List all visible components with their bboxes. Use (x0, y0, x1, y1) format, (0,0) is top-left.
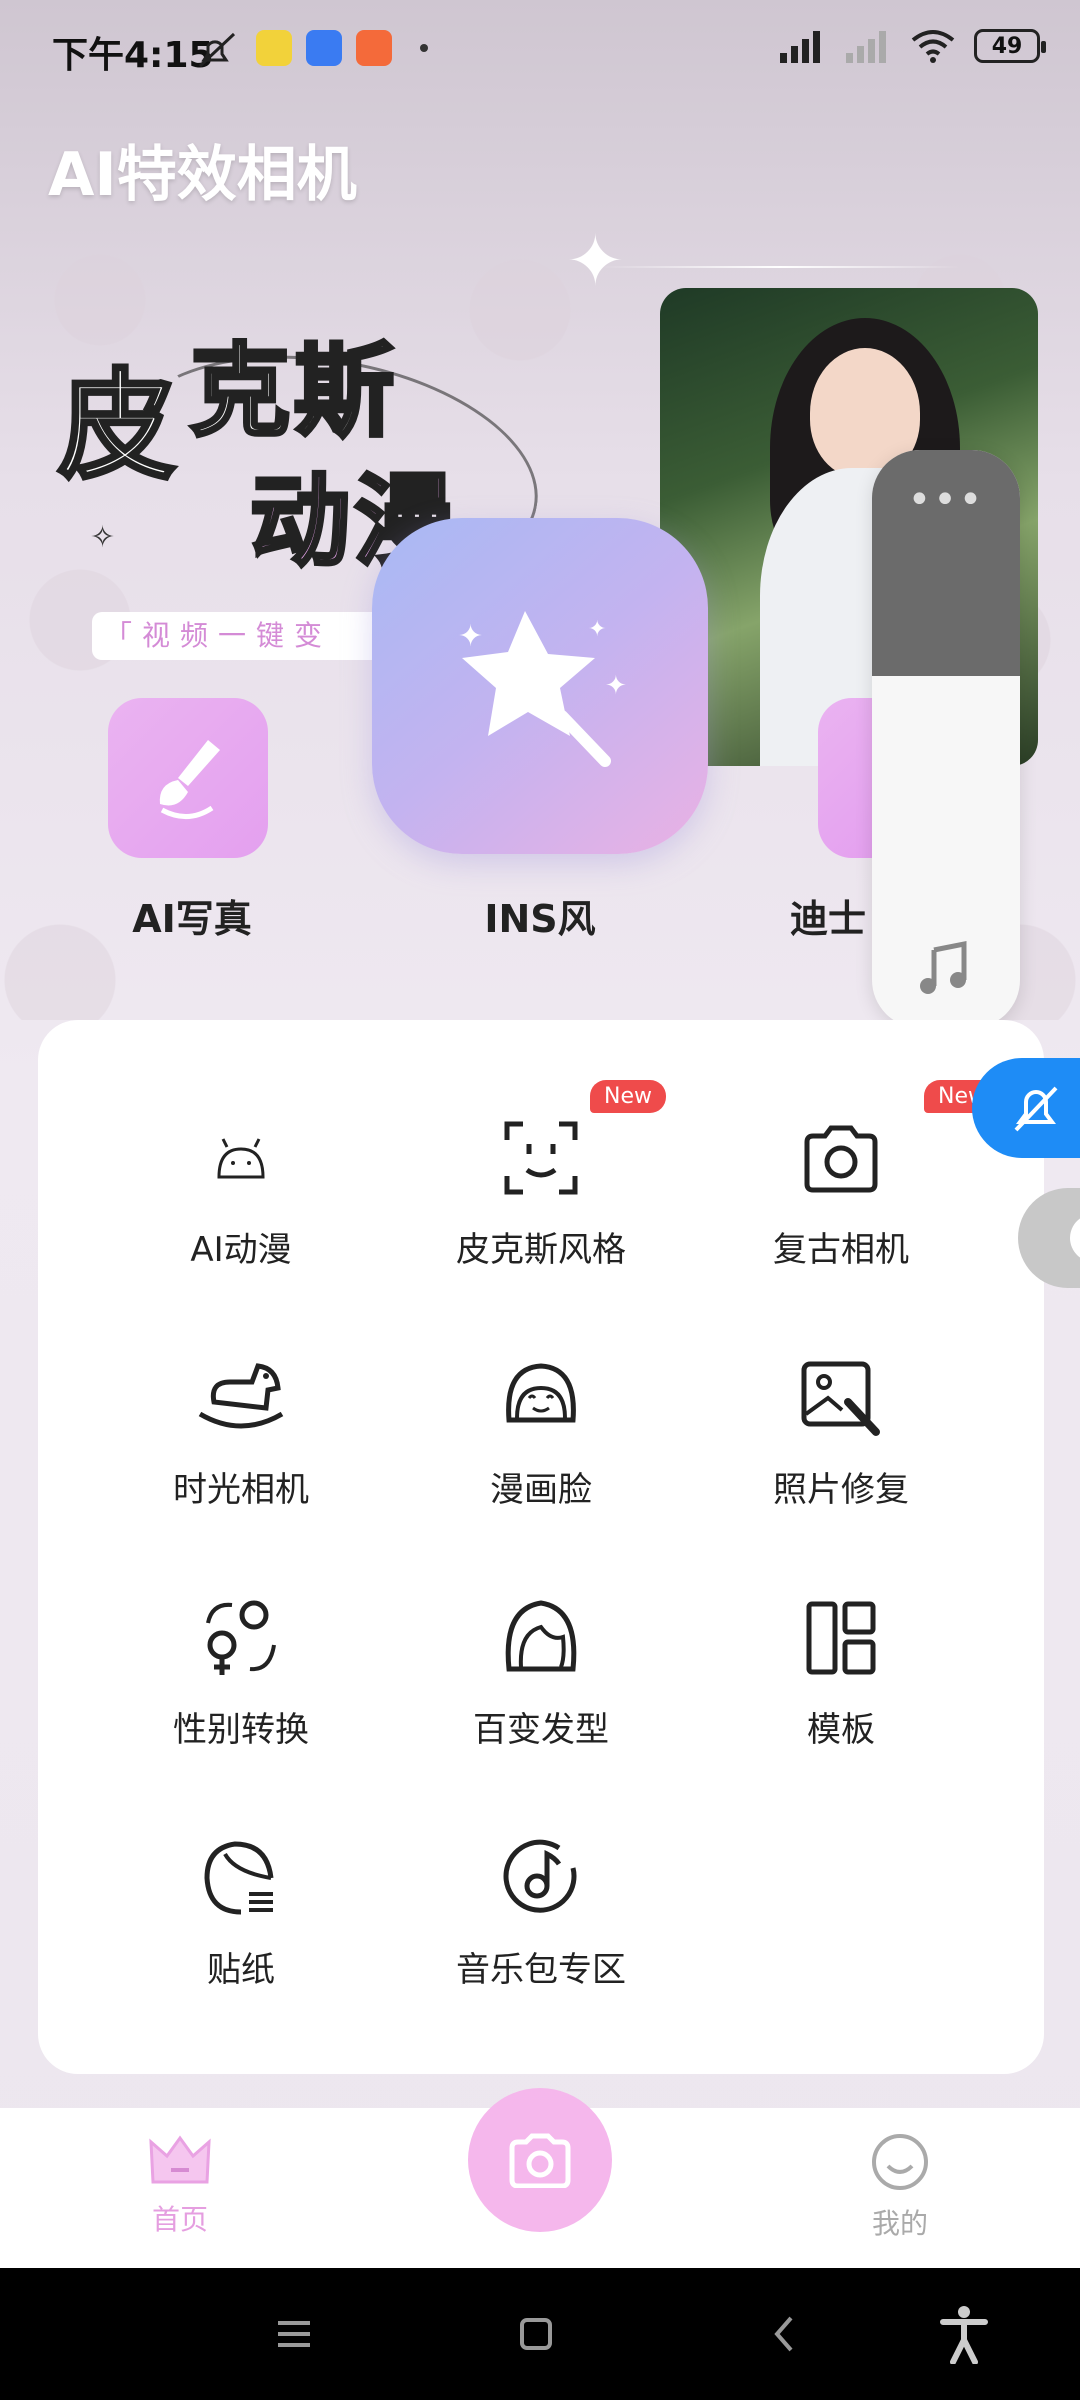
cartoon-face-icon (491, 1348, 591, 1448)
mute-status-icon (198, 32, 236, 68)
accessibility-icon[interactable] (934, 2304, 994, 2364)
music-note-icon[interactable] (916, 940, 976, 1000)
feature-label: 皮克斯风格 (456, 1230, 626, 1270)
app-notification-icon-2 (306, 30, 342, 66)
more-notifications-dot (420, 44, 428, 52)
rocking-horse-icon (191, 1348, 291, 1448)
feature-sticker[interactable]: 贴纸 (91, 1828, 391, 1991)
sticker-icon (191, 1828, 291, 1928)
feature-retro-camera[interactable]: 复古相机 (691, 1108, 991, 1271)
svg-text:✦: ✦ (588, 617, 606, 642)
signal-icon (780, 31, 820, 63)
tab-mine-label: 我的 (871, 2207, 928, 2240)
feature-label: 复古相机 (773, 1230, 909, 1270)
svg-text:✦: ✦ (458, 619, 483, 654)
features-card: AI动漫 皮克斯风格 New 复古相机 New 时光相机 漫画脸 照片修复 性别… (38, 1020, 1044, 2074)
tab-home-label: 首页 (151, 2203, 208, 2236)
feature-music-pack[interactable]: 音乐包专区 (391, 1828, 691, 1991)
quick-feature-label-3: 迪士 (790, 897, 867, 941)
feature-label: 时光相机 (173, 1470, 309, 1510)
quick-feature-label-2: INS风 (484, 897, 596, 941)
banner-light-line (600, 266, 960, 268)
system-navigation-bar (0, 2268, 1080, 2400)
more-dots-icon[interactable]: ••• (872, 480, 1020, 520)
gender-swap-icon (191, 1588, 291, 1688)
quick-feature-disney[interactable] (818, 698, 878, 858)
feature-label: 性别转换 (173, 1710, 309, 1750)
brush-icon (159, 740, 220, 819)
feature-label: 贴纸 (207, 1950, 275, 1990)
signal-2-icon (846, 31, 886, 63)
svg-text:✦: ✦ (605, 671, 627, 701)
banner-title-2: 克斯 (188, 331, 398, 452)
status-bar: 下午4:15 49 (0, 0, 1080, 100)
small-sparkle-icon: ✧ (90, 520, 116, 555)
template-icon (791, 1588, 891, 1688)
feature-label: 模板 (807, 1710, 875, 1750)
feature-label: 百变发型 (473, 1710, 609, 1750)
app-notification-icon-3 (356, 30, 392, 66)
mute-toggle-button[interactable] (972, 1058, 1080, 1158)
music-disc-icon (491, 1828, 591, 1928)
crown-icon (149, 2135, 211, 2184)
status-time: 下午4:15 (52, 35, 214, 76)
feature-template[interactable]: 模板 (691, 1588, 991, 1751)
wifi-icon (911, 30, 955, 63)
new-badge: New (590, 1080, 666, 1113)
camera-capture-button[interactable] (468, 2088, 612, 2232)
android-head-icon (191, 1108, 291, 1208)
bell-off-icon (1014, 1086, 1058, 1132)
face-scan-icon (491, 1108, 591, 1208)
app-screen: 下午4:15 49 AI特效相机 ✦ ✧ 皮 克斯 动漫 「视频一键变 AI写真… (0, 0, 1080, 2400)
feature-photo-repair[interactable]: 照片修复 (691, 1348, 991, 1511)
app-title: AI特效相机 (48, 140, 357, 210)
smile-face-icon (872, 2134, 928, 2190)
photo-repair-icon (791, 1348, 891, 1448)
status-right: 49 (778, 28, 1046, 64)
feature-label: 照片修复 (773, 1470, 909, 1510)
magic-star-icon: ✦ ✦ ✦ (458, 611, 627, 767)
feature-hairstyle[interactable]: 百变发型 (391, 1588, 691, 1751)
home-square-icon[interactable] (506, 2304, 566, 2364)
app-notification-icon-1 (256, 30, 292, 66)
quick-feature-ai-portrait[interactable] (108, 698, 268, 858)
tab-mine[interactable]: 我的 (820, 2132, 980, 2242)
feature-time-camera[interactable]: 时光相机 (91, 1348, 391, 1511)
tab-home[interactable]: 首页 (100, 2132, 260, 2238)
menu-icon[interactable] (264, 2304, 324, 2364)
battery-indicator: 49 (974, 29, 1046, 63)
magic-wand-button[interactable]: ✦ ✦ ✦ (372, 518, 708, 854)
feature-label: 音乐包专区 (456, 1950, 626, 1990)
sparkle-icon: ✦ (566, 220, 625, 302)
feature-ai-anime[interactable]: AI动漫 (91, 1108, 391, 1271)
feature-pixar-style[interactable]: 皮克斯风格 (391, 1108, 691, 1271)
feature-label: AI动漫 (190, 1230, 292, 1270)
banner-caption: 「视频一键变 (92, 612, 392, 660)
feature-cartoon-face[interactable]: 漫画脸 (391, 1348, 691, 1511)
camera-icon (509, 2133, 571, 2188)
hairstyle-icon (491, 1588, 591, 1688)
back-chevron-icon[interactable] (754, 2304, 814, 2364)
camera-icon (791, 1108, 891, 1208)
quick-feature-label-1: AI写真 (132, 897, 252, 941)
feature-label: 漫画脸 (490, 1470, 592, 1510)
banner-title-1: 皮 (56, 355, 178, 497)
feature-gender-swap[interactable]: 性别转换 (91, 1588, 391, 1751)
floating-music-panel[interactable]: ••• (872, 450, 1020, 1028)
